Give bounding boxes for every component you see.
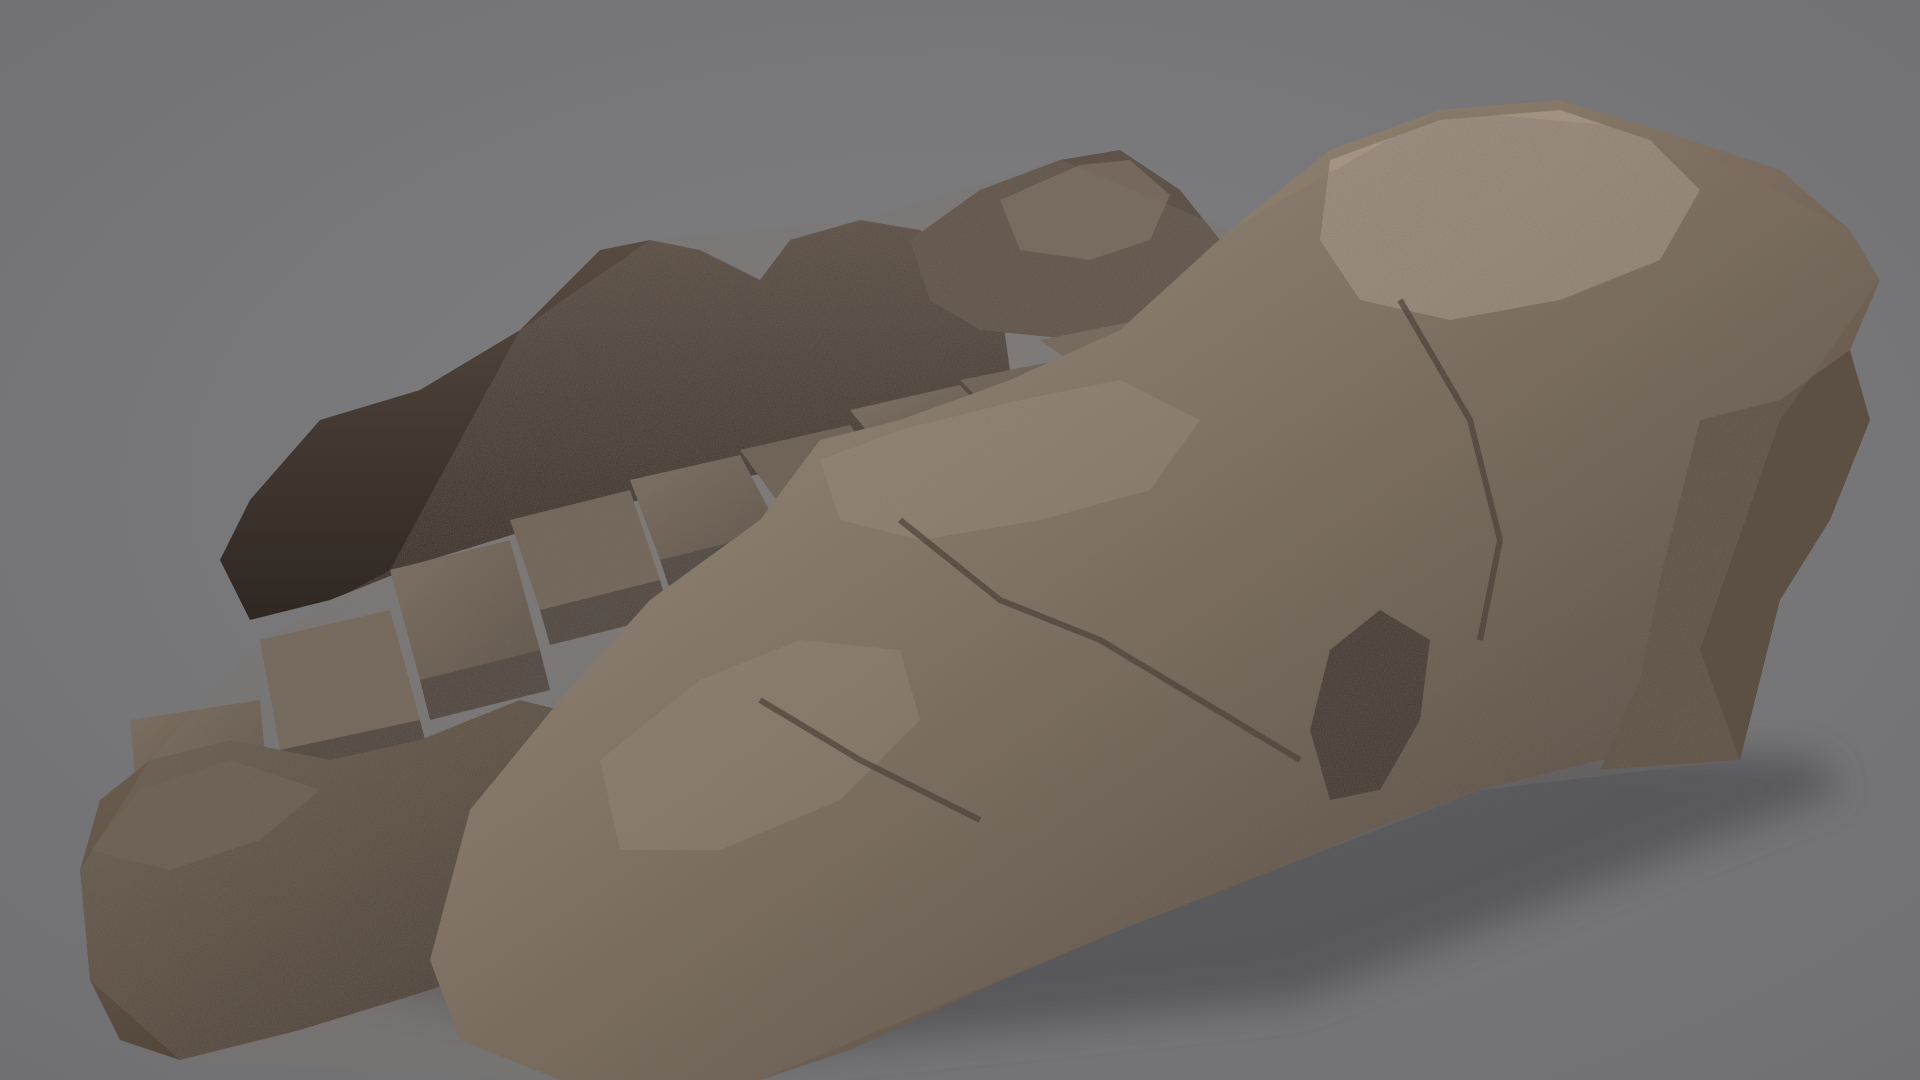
rock-render: [0, 0, 1920, 1080]
render-viewport: [0, 0, 1920, 1080]
